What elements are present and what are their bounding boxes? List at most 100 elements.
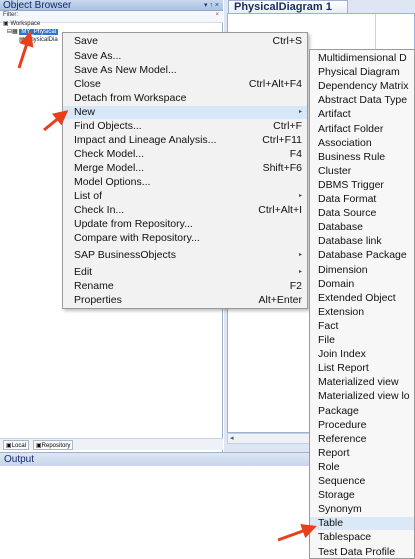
menu-item-new[interactable]: New ▸ — [63, 106, 307, 119]
submenu-item-database-package[interactable]: Database Package — [310, 249, 414, 262]
submenu-item-package[interactable]: Package — [310, 405, 414, 418]
object-browser-tabs: ▣Local ▣Repository — [0, 438, 223, 450]
menu-item-label: Save As... — [74, 50, 122, 62]
tree-node-workspace[interactable]: ▣ Workspace — [3, 21, 40, 28]
workspace-icon: ▣ — [3, 21, 9, 27]
submenu-arrow-icon: ▸ — [298, 269, 302, 275]
submenu-item-tablespace[interactable]: Tablespace — [310, 531, 414, 544]
model-icon: ⊟▦ — [7, 29, 18, 35]
submenu-item-procedure[interactable]: Procedure — [310, 419, 414, 432]
menu-item-properties[interactable]: Properties Alt+Enter — [63, 294, 307, 307]
submenu-item-test-data-profile[interactable]: Test Data Profile — [310, 546, 414, 559]
object-browser-title: Object Browser — [3, 0, 72, 11]
scroll-left-icon[interactable]: ◂ — [230, 435, 234, 442]
submenu-item-cluster[interactable]: Cluster — [310, 165, 414, 178]
menu-item-label: Merge Model... — [74, 162, 145, 174]
submenu-item-extension[interactable]: Extension — [310, 306, 414, 319]
submenu-item-business-rule[interactable]: Business Rule — [310, 151, 414, 164]
submenu-item-multidimensional-d[interactable]: Multidimensional D — [310, 52, 414, 65]
submenu-item-database-link[interactable]: Database link — [310, 235, 414, 248]
submenu-item-fact[interactable]: Fact — [310, 320, 414, 333]
submenu-item-materialized-view[interactable]: Materialized view — [310, 376, 414, 389]
submenu-item-file[interactable]: File — [310, 334, 414, 347]
object-browser-header: Object Browser ▾ ↑ × — [0, 0, 223, 11]
menu-item-label: Check Model... — [74, 148, 145, 160]
submenu-item-join-index[interactable]: Join Index — [310, 348, 414, 361]
menu-item-check-in[interactable]: Check In... Ctrl+Alt+I — [63, 204, 307, 217]
tree-node-model-row[interactable]: ⊟▦ MY_Physical — [7, 29, 59, 36]
tab-physical-diagram[interactable]: PhysicalDiagram 1 — [228, 0, 348, 13]
tree-node-workspace-label: Workspace — [10, 21, 41, 27]
menu-item-save-as[interactable]: Save As... — [63, 50, 307, 63]
menu-item-shortcut: Ctrl+F — [273, 120, 302, 132]
filter-close-icon[interactable]: × — [215, 11, 219, 19]
tab-local[interactable]: ▣Local — [3, 440, 30, 450]
menu-item-update-from-repository[interactable]: Update from Repository... — [63, 218, 307, 231]
submenu-item-abstract-data-type[interactable]: Abstract Data Type — [310, 94, 414, 107]
submenu-item-domain[interactable]: Domain — [310, 278, 414, 291]
submenu-item-sequence[interactable]: Sequence — [310, 475, 414, 488]
menu-item-compare-with-repository[interactable]: Compare with Repository... — [63, 232, 307, 245]
submenu-arrow-icon: ▸ — [298, 193, 302, 199]
submenu-item-data-format[interactable]: Data Format — [310, 193, 414, 206]
menu-item-label: Compare with Repository... — [74, 232, 200, 244]
tree-node-diagram[interactable]: ▤ PhysicalDia — [19, 37, 58, 44]
menu-item-model-options[interactable]: Model Options... — [63, 176, 307, 189]
submenu-item-data-source[interactable]: Data Source — [310, 207, 414, 220]
submenu-item-dependency-matrix[interactable]: Dependency Matrix — [310, 80, 414, 93]
menu-item-edit[interactable]: Edit ▸ — [63, 266, 307, 279]
submenu-item-association[interactable]: Association — [310, 137, 414, 150]
submenu-item-physical-diagram[interactable]: Physical Diagram — [310, 66, 414, 79]
submenu-item-table[interactable]: Table — [310, 517, 414, 531]
menu-item-label: List of — [74, 190, 103, 202]
menu-item-shortcut: Ctrl+S — [272, 35, 302, 47]
menu-item-save-as-new-model[interactable]: Save As New Model... — [63, 64, 307, 77]
menu-item-find-objects[interactable]: Find Objects... Ctrl+F — [63, 120, 307, 133]
menu-item-label: Save — [74, 35, 98, 47]
submenu-item-dbms-trigger[interactable]: DBMS Trigger — [310, 179, 414, 192]
tree-node-diagram-label: PhysicalDia — [26, 37, 58, 43]
menu-item-label: Detach from Workspace — [74, 92, 187, 104]
menu-item-label: Update from Repository... — [74, 218, 193, 230]
submenu-item-materialized-view-lo[interactable]: Materialized view lo — [310, 390, 414, 403]
tab-repository[interactable]: ▣Repository — [33, 440, 74, 450]
submenu-item-list-report[interactable]: List Report — [310, 362, 414, 375]
submenu-item-reference[interactable]: Reference — [310, 433, 414, 446]
menu-item-merge-model[interactable]: Merge Model... Shift+F6 — [63, 162, 307, 175]
submenu-item-report[interactable]: Report — [310, 447, 414, 460]
menu-item-impact-and-lineage-analysis[interactable]: Impact and Lineage Analysis... Ctrl+F11 — [63, 134, 307, 147]
submenu-item-database[interactable]: Database — [310, 221, 414, 234]
tree-node-model[interactable]: MY_Physical — [19, 29, 59, 35]
menu-item-detach-from-workspace[interactable]: Detach from Workspace — [63, 92, 307, 105]
menu-item-shortcut: F2 — [289, 280, 302, 292]
menu-item-rename[interactable]: Rename F2 — [63, 280, 307, 293]
menu-item-label: Check In... — [74, 204, 125, 216]
menu-item-shortcut: Alt+Enter — [258, 294, 302, 306]
menu-item-label: Find Objects... — [74, 120, 142, 132]
submenu-item-dimension[interactable]: Dimension — [310, 264, 414, 277]
diagram-icon: ▤ — [19, 37, 25, 43]
submenu-item-role[interactable]: Role — [310, 461, 414, 474]
menu-item-shortcut: Ctrl+F11 — [262, 134, 302, 146]
menu-item-save[interactable]: Save Ctrl+S — [63, 35, 307, 48]
new-submenu: Multidimensional D Physical Diagram Depend… — [309, 49, 415, 559]
menu-item-label: Rename — [74, 280, 114, 292]
submenu-item-storage[interactable]: Storage — [310, 489, 414, 502]
submenu-arrow-icon: ▸ — [298, 252, 302, 258]
pane-controls-icon[interactable]: ▾ ↑ × — [204, 0, 219, 11]
menu-item-check-model[interactable]: Check Model... F4 — [63, 148, 307, 161]
menu-item-label: SAP BusinessObjects — [74, 249, 176, 261]
menu-item-label: Model Options... — [74, 176, 151, 188]
menu-item-sap-businessobjects[interactable]: SAP BusinessObjects ▸ — [63, 249, 307, 262]
submenu-item-artifact[interactable]: Artifact — [310, 108, 414, 121]
menu-item-shortcut: Ctrl+Alt+I — [258, 204, 302, 216]
menu-item-shortcut: Shift+F6 — [262, 162, 302, 174]
submenu-item-artifact-folder[interactable]: Artifact Folder — [310, 123, 414, 136]
submenu-item-synonym[interactable]: Synonym — [310, 503, 414, 516]
menu-item-list-of[interactable]: List of ▸ — [63, 190, 307, 203]
submenu-item-extended-object[interactable]: Extended Object — [310, 292, 414, 305]
menu-item-label: Edit — [74, 266, 93, 278]
filter-label: Filter: — [3, 12, 18, 18]
menu-item-label: Save As New Model... — [74, 64, 177, 76]
menu-item-close[interactable]: Close Ctrl+Alt+F4 — [63, 78, 307, 91]
